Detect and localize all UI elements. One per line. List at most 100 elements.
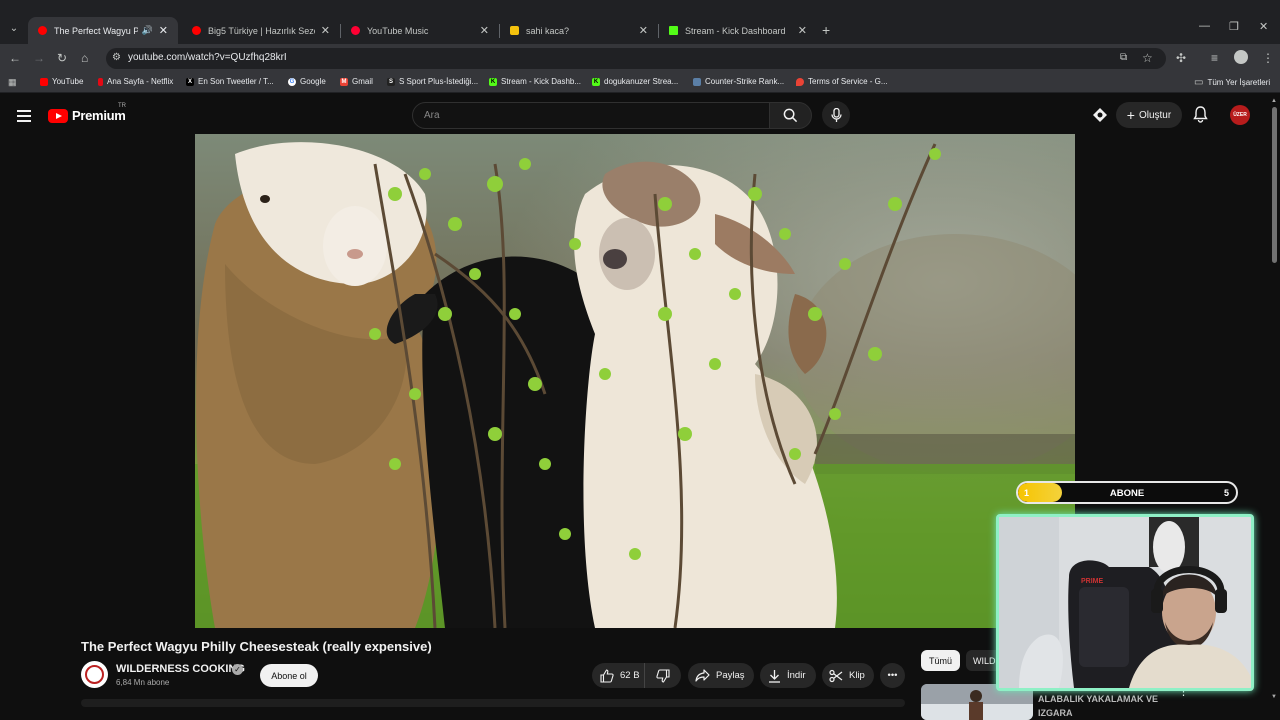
subscribe-label: Abone ol bbox=[271, 670, 307, 681]
bookmark-youtube[interactable]: YouTube bbox=[40, 77, 83, 86]
extensions-puzzle-icon[interactable]: ✣ bbox=[1176, 51, 1186, 65]
avatar-text: ÜZER bbox=[1233, 112, 1247, 118]
youtube-icon bbox=[40, 77, 48, 86]
description-box-edge[interactable] bbox=[81, 699, 905, 707]
like-button[interactable]: 62 B bbox=[592, 663, 645, 688]
channel-name[interactable]: WILDERNESS COOKING bbox=[116, 663, 245, 675]
home-icon[interactable]: ⌂ bbox=[81, 51, 88, 65]
more-actions-button[interactable]: ••• bbox=[880, 663, 905, 688]
tab-close-icon[interactable]: ✕ bbox=[480, 24, 489, 37]
tab-search-chevron-icon[interactable]: ⌄ bbox=[4, 18, 24, 38]
bookmark-cs-rank[interactable]: Counter-Strike Rank... bbox=[693, 77, 784, 86]
clip-button[interactable]: Klip bbox=[822, 663, 874, 688]
site-info-icon[interactable]: ⚙ bbox=[112, 52, 121, 63]
subscriber-count: 6,84 Mn abone bbox=[116, 678, 170, 687]
bookmark-google[interactable]: G Google bbox=[288, 77, 326, 86]
bookmark-x[interactable]: X En Son Tweetler / T... bbox=[186, 77, 274, 86]
tab-big5[interactable]: Big5 Türkiye | Hazırlık Sezonu 9 ✕ bbox=[182, 17, 340, 44]
scroll-up-arrow-icon[interactable]: ▲ bbox=[1271, 98, 1277, 104]
subscribe-button[interactable]: Abone ol bbox=[260, 664, 318, 687]
tab-close-icon[interactable]: ✕ bbox=[798, 24, 807, 37]
chip-all[interactable]: Tümü bbox=[921, 650, 960, 671]
bookmark-kick-dashboard[interactable]: K Stream - Kick Dashb... bbox=[489, 77, 581, 86]
goal-label: ABONE bbox=[1109, 488, 1145, 499]
tab-kick-dashboard[interactable]: Stream - Kick Dashboard ✕ bbox=[659, 17, 817, 44]
tab-title: The Perfect Wagyu Philly Ch bbox=[54, 25, 138, 36]
scrollbar-thumb[interactable] bbox=[1272, 107, 1277, 263]
tab-close-icon[interactable]: ✕ bbox=[321, 24, 330, 37]
chip-label: WILD bbox=[973, 655, 996, 666]
bookmark-ssport[interactable]: S S Sport Plus-İstediği... bbox=[387, 77, 478, 86]
bookmark-label: Gmail bbox=[352, 77, 373, 86]
microphone-icon bbox=[830, 107, 842, 122]
channel-avatar[interactable] bbox=[81, 661, 108, 688]
video-player[interactable] bbox=[195, 134, 1075, 628]
window-close-icon[interactable]: ✕ bbox=[1259, 20, 1268, 33]
dislike-button[interactable] bbox=[645, 663, 681, 688]
browser-toolbar: ← → ↻ ⌂ ⚙ youtube.com/watch?v=QUzfhq28kr… bbox=[0, 44, 1280, 72]
download-icon bbox=[769, 669, 780, 683]
youtube-header: Premium TR Ara + Oluştur ÜZER bbox=[0, 97, 1280, 134]
reload-icon[interactable]: ↻ bbox=[57, 51, 67, 65]
profile-icon[interactable] bbox=[1234, 50, 1248, 64]
notifications-bell-icon[interactable] bbox=[1193, 106, 1208, 128]
bookmark-terms[interactable]: Terms of Service - G... bbox=[796, 77, 888, 86]
media-controls-icon[interactable]: ≡ bbox=[1211, 51, 1218, 65]
install-app-icon[interactable]: ⧉ bbox=[1120, 51, 1127, 65]
channel-logo-icon bbox=[85, 665, 104, 684]
tab-active-video[interactable]: The Perfect Wagyu Philly Ch 🔊 ✕ bbox=[28, 17, 178, 44]
back-arrow-icon[interactable]: ← bbox=[9, 51, 21, 65]
restore-icon[interactable]: ❐ bbox=[1229, 20, 1239, 33]
search-input[interactable]: Ara bbox=[412, 102, 770, 129]
page-scrollbar[interactable]: ▲ ▼ bbox=[1268, 97, 1280, 720]
tab-close-icon[interactable]: ✕ bbox=[159, 24, 168, 37]
bookmark-star-icon[interactable]: ☆ bbox=[1142, 51, 1153, 65]
subscriber-goal-bar: 1 ABONE 5 bbox=[1016, 481, 1238, 504]
youtube-play-logo-icon bbox=[48, 108, 68, 123]
speaker-icon[interactable]: 🔊 bbox=[142, 25, 153, 36]
tab-sahi-kaca[interactable]: sahi kaca? ✕ bbox=[500, 17, 658, 44]
bookmark-label: Stream - Kick Dashb... bbox=[501, 77, 582, 86]
hamburger-menu-icon[interactable] bbox=[17, 110, 31, 125]
scroll-down-arrow-icon[interactable]: ▼ bbox=[1271, 694, 1277, 700]
youtube-favicon-icon bbox=[192, 26, 201, 35]
streamer-webcam: PRIME bbox=[996, 514, 1254, 691]
bookmark-label: Google bbox=[300, 77, 326, 86]
address-bar[interactable]: ⚙ youtube.com/watch?v=QUzfhq28krI bbox=[106, 48, 1166, 69]
video-frame-goats-and-sheep bbox=[195, 134, 1075, 628]
share-label: Paylaş bbox=[716, 670, 745, 681]
google-icon: G bbox=[288, 77, 296, 86]
forward-arrow-icon[interactable]: → bbox=[33, 51, 45, 65]
tab-close-icon[interactable]: ✕ bbox=[639, 24, 648, 37]
search-placeholder: Ara bbox=[424, 110, 440, 121]
download-button[interactable]: İndir bbox=[760, 663, 816, 688]
download-label: İndir bbox=[787, 670, 806, 681]
youtube-premium-logo[interactable]: Premium TR bbox=[48, 103, 126, 123]
youtube-music-favicon-icon bbox=[351, 26, 360, 35]
search-button[interactable] bbox=[769, 102, 812, 129]
tab-youtube-music[interactable]: YouTube Music ✕ bbox=[341, 17, 499, 44]
bookmark-label: Ana Sayfa - Netflix bbox=[107, 77, 174, 86]
new-tab-plus-icon[interactable]: + bbox=[822, 22, 830, 38]
tab-title: Stream - Kick Dashboard bbox=[685, 25, 786, 36]
voice-search-button[interactable] bbox=[822, 101, 850, 129]
create-button[interactable]: + Oluştur bbox=[1116, 102, 1182, 128]
bookmark-kick-stream[interactable]: Kdogukanuzer Strea... bbox=[592, 77, 678, 86]
bookmark-label: En Son Tweetler / T... bbox=[198, 77, 274, 86]
url-text[interactable]: youtube.com/watch?v=QUzfhq28krI bbox=[128, 52, 287, 63]
minimize-icon[interactable]: — bbox=[1199, 20, 1210, 32]
folder-icon: ▭ bbox=[1194, 77, 1204, 88]
bookmark-label: Terms of Service - G... bbox=[808, 77, 888, 86]
account-avatar[interactable]: ÜZER bbox=[1230, 105, 1250, 125]
share-button[interactable]: Paylaş bbox=[688, 663, 754, 688]
apps-grid-icon[interactable]: ▦ bbox=[8, 77, 17, 88]
all-bookmarks[interactable]: ▭ Tüm Yer İşaretleri bbox=[1194, 77, 1270, 88]
bookmark-gmail[interactable]: M Gmail bbox=[340, 77, 373, 86]
x-logo-icon: X bbox=[186, 77, 194, 86]
plus-icon: + bbox=[1126, 107, 1135, 123]
bookmark-netflix[interactable]: Ana Sayfa - Netflix bbox=[98, 77, 173, 86]
kebab-menu-icon[interactable]: ⋮ bbox=[1262, 51, 1274, 65]
video-title: The Perfect Wagyu Philly Cheesesteak (re… bbox=[81, 639, 432, 654]
cast-extension-icon[interactable] bbox=[1092, 107, 1108, 128]
thumbs-down-icon bbox=[656, 668, 670, 683]
